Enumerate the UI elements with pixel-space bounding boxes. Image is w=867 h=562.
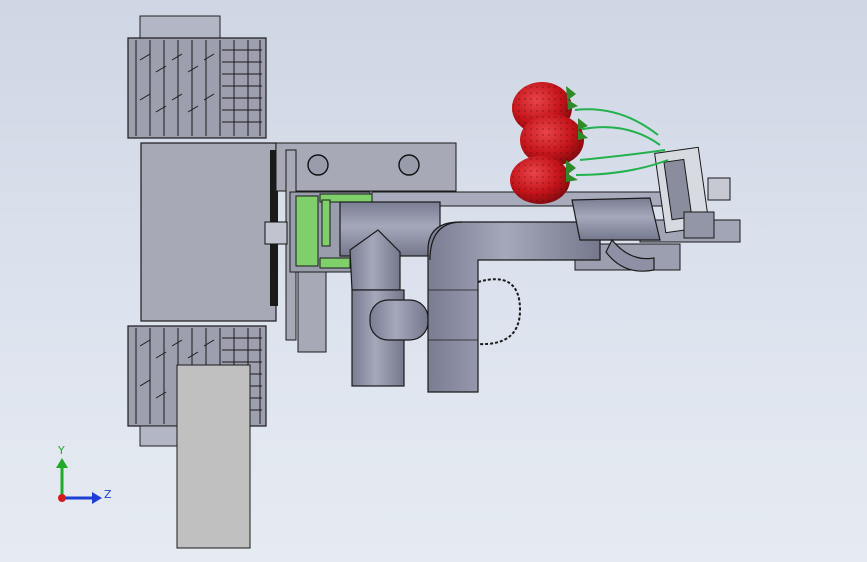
cad-viewport[interactable]: Y Z <box>0 0 867 562</box>
axis-triad: Y Z <box>56 444 112 504</box>
wire-hoops <box>574 108 669 176</box>
z-axis-label: Z <box>104 488 112 501</box>
y-axis-label: Y <box>57 444 65 457</box>
cad-model-scene[interactable]: Y Z <box>0 0 867 562</box>
y-axis-arrow <box>56 458 68 468</box>
top-mecanum-wheel <box>127 15 267 139</box>
front-tray <box>176 364 251 549</box>
z-axis-arrow <box>92 492 102 504</box>
vacuum-pipes <box>339 197 661 393</box>
x-axis-dot <box>58 494 66 502</box>
strawberry-cluster <box>510 82 588 204</box>
